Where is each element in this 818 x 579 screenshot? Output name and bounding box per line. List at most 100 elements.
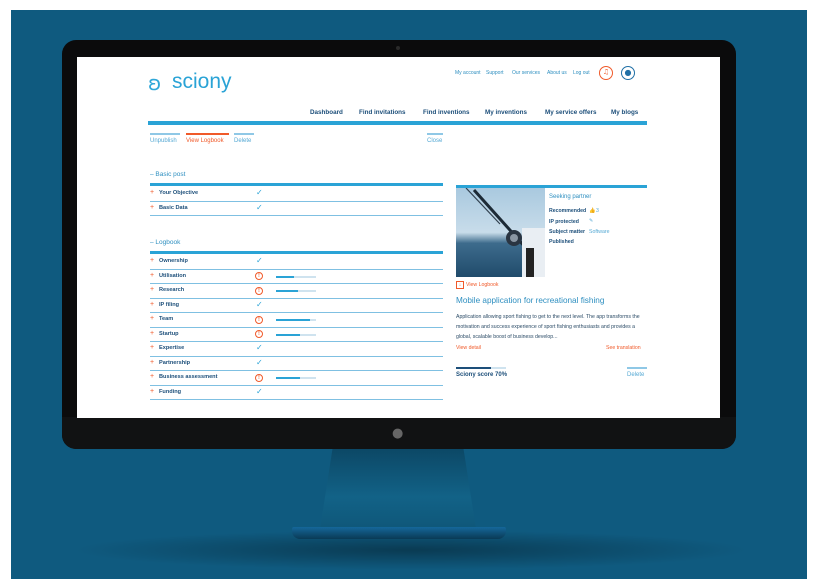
nav-find-inventions[interactable]: Find inventions — [423, 109, 470, 116]
top-link-log-out[interactable]: Log out — [573, 70, 590, 76]
delete-line — [627, 367, 647, 369]
sciony-logo-icon: ʚ — [148, 71, 162, 95]
apple-logo-icon: ● — [392, 426, 404, 441]
expand-plus-icon[interactable]: + — [150, 373, 154, 380]
view-logbook-button[interactable]: View Logbook — [186, 138, 224, 144]
nav-my-blogs[interactable]: My blogs — [611, 109, 638, 116]
top-link-support[interactable]: Support — [486, 70, 504, 76]
thumbs-up-icon[interactable]: 👍 — [589, 208, 595, 214]
basic-post-heading[interactable]: – Basic post — [150, 171, 185, 178]
list-item-label: Startup — [159, 330, 179, 337]
list-item[interactable]: + Team! — [150, 313, 443, 328]
card-view-logbook-link[interactable]: View Logbook — [466, 282, 499, 288]
unpublish-button[interactable]: Unpublish — [150, 138, 177, 144]
ip-icon: ✎ — [589, 218, 594, 224]
list-item-label: Funding — [159, 388, 182, 395]
check-icon: ✓ — [256, 343, 263, 352]
alert-circle-icon: ! — [255, 315, 263, 324]
list-item[interactable]: + Partnership ✓ — [150, 357, 443, 371]
close-button[interactable]: Close — [427, 138, 442, 144]
alert-circle-icon: ! — [255, 373, 263, 382]
subject-matter-value: Software — [589, 229, 610, 235]
document-icon[interactable]: ↓ — [456, 281, 464, 289]
see-translation-link[interactable]: See translation — [606, 345, 641, 351]
progress-bar — [276, 319, 316, 322]
expand-plus-icon[interactable]: + — [150, 301, 154, 308]
list-item-label: Research — [159, 287, 185, 293]
expand-plus-icon[interactable]: + — [150, 286, 154, 293]
nav-dashboard[interactable]: Dashboard — [310, 109, 343, 116]
expand-plus-icon[interactable]: + — [150, 330, 154, 337]
logbook-heading[interactable]: – Logbook — [150, 239, 180, 246]
check-icon: ✓ — [256, 386, 263, 396]
list-item[interactable]: + Ownership ✓ — [150, 255, 443, 270]
list-item[interactable]: + Research! — [150, 284, 443, 299]
list-item[interactable]: + IP filing ✓ — [150, 299, 443, 313]
list-item-label: Partnership — [159, 359, 191, 366]
logbook-bar — [150, 251, 443, 254]
list-item-label: Basic Data — [159, 204, 188, 211]
top-link-my-account[interactable]: My account — [455, 70, 481, 76]
brand-name[interactable]: sciony — [172, 70, 232, 94]
expand-plus-icon[interactable]: + — [150, 204, 154, 211]
nav-my-inventions[interactable]: My inventions — [485, 109, 527, 116]
action-line — [427, 133, 443, 135]
action-line-active — [186, 133, 229, 135]
alert-circle-icon: ! — [255, 272, 263, 280]
stage: ● ʚ sciony My account Support Our servic… — [0, 0, 818, 579]
list-item-label: Team — [159, 316, 174, 322]
alert-circle-icon: ! — [255, 330, 263, 338]
list-item[interactable]: + Your Objective ✓ — [150, 187, 443, 202]
monitor-stand-foot — [292, 527, 506, 539]
list-item[interactable]: + Utilisation! — [150, 270, 443, 284]
list-item-label: Expertise — [159, 345, 185, 351]
card-title[interactable]: Mobile application for recreational fish… — [456, 296, 604, 305]
card-delete-button[interactable]: Delete — [627, 372, 644, 378]
logbook-title: Logbook — [155, 239, 181, 246]
bell-icon[interactable]: ♫ — [599, 66, 613, 80]
check-icon: ✓ — [256, 357, 263, 367]
action-line — [150, 133, 180, 135]
nav-my-service-offers[interactable]: My service offers — [545, 109, 596, 116]
expand-plus-icon[interactable]: + — [150, 189, 154, 196]
top-link-our-services[interactable]: Our services — [512, 70, 540, 76]
nav-find-invitations[interactable]: Find invitations — [359, 109, 406, 116]
check-icon: ✓ — [256, 202, 263, 212]
view-detail-link[interactable]: View detail — [456, 345, 481, 351]
expand-plus-icon[interactable]: + — [150, 344, 154, 351]
list-item-label: Your Objective — [159, 190, 199, 196]
expand-plus-icon[interactable]: + — [150, 272, 154, 279]
delete-button[interactable]: Delete — [234, 138, 251, 144]
list-item[interactable]: + Basic Data ✓ — [150, 202, 443, 216]
seeking-partner-label: Seeking partner — [549, 194, 592, 200]
expand-plus-icon[interactable]: + — [150, 315, 154, 322]
list-item-label: Ownership — [159, 258, 188, 264]
check-icon: ✓ — [256, 299, 263, 309]
expand-plus-icon[interactable]: + — [150, 257, 154, 264]
expand-plus-icon[interactable]: + — [150, 359, 154, 366]
progress-fill — [276, 377, 300, 380]
list-item-label: IP filing — [159, 301, 180, 308]
top-link-about-us[interactable]: About us — [547, 70, 567, 76]
card-description: Application allowing sport fishing to ge… — [456, 314, 640, 340]
nav-underline — [148, 121, 647, 125]
progress-fill — [276, 290, 298, 293]
progress-bar — [276, 377, 316, 380]
expand-plus-icon[interactable]: + — [150, 388, 154, 395]
list-item[interactable]: + Business assessment! — [150, 371, 443, 386]
progress-bar — [276, 333, 316, 336]
list-item[interactable]: + Expertise ✓ — [150, 342, 443, 357]
user-icon[interactable]: ● — [621, 66, 635, 80]
alert-circle-icon: ! — [255, 286, 263, 295]
screen: ʚ sciony My account Support Our services… — [77, 57, 720, 418]
action-line — [234, 133, 254, 135]
basic-post-bar — [150, 183, 443, 186]
monitor-stand-neck — [320, 449, 476, 529]
sciony-score-label: Sciony score 70% — [456, 372, 508, 378]
list-item[interactable]: + Startup! — [150, 328, 443, 342]
score-track — [456, 367, 506, 369]
list-item[interactable]: + Funding ✓ — [150, 386, 443, 400]
progress-bar — [276, 290, 316, 293]
progress-fill — [276, 333, 300, 336]
check-icon: ✓ — [256, 256, 263, 265]
